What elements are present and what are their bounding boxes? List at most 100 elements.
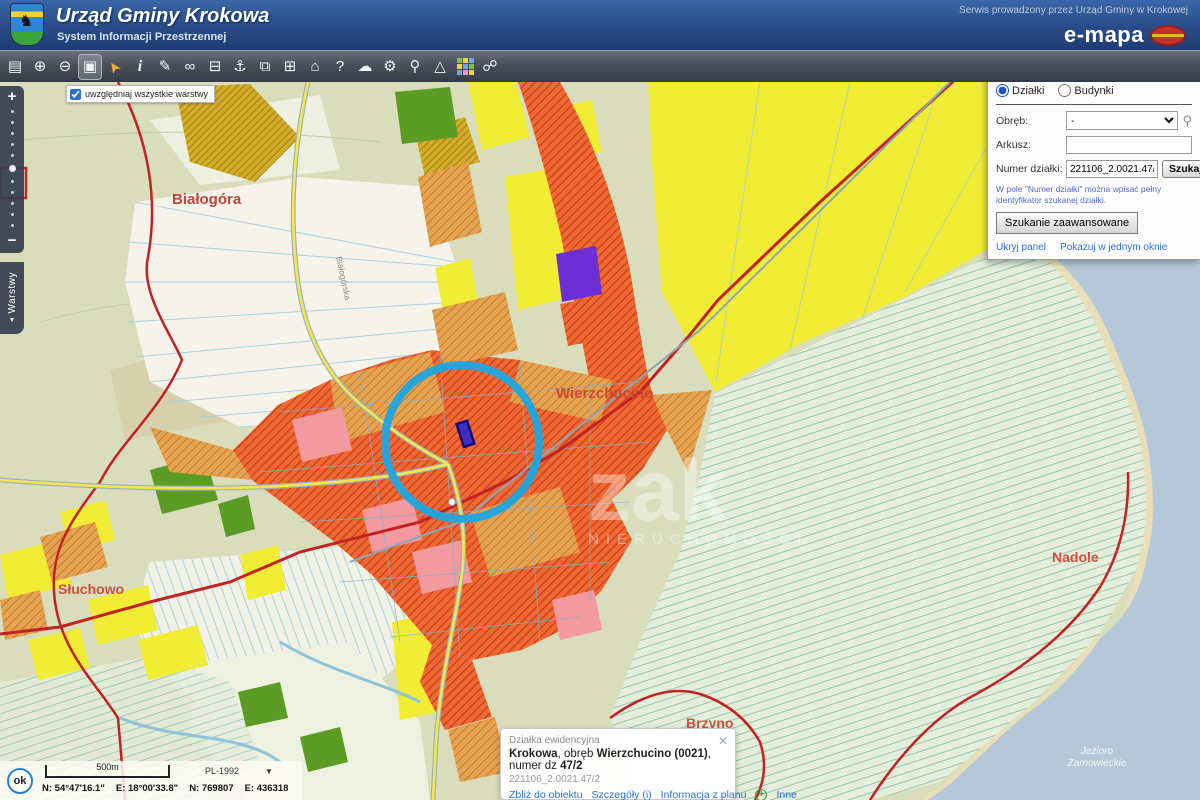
zoom-out-button[interactable]: − [8,232,17,249]
search-location-icon[interactable]: ⚲ [404,55,426,79]
popup-link[interactable]: Zbliż do obiektu [509,789,583,800]
more-actions-plus-icon[interactable]: + [755,789,767,800]
coordinate-value: E: 436318 [245,783,289,794]
emapa-logo-text: e-mapa [1064,22,1144,48]
panel-body: Działki Budynki Obręb: - ⚲ Arkusz: Numer… [987,76,1200,260]
coordinates-readout: N: 54°47'16.1"E: 18°00'33.8"N: 769807E: … [42,783,288,794]
obreb-select[interactable]: - [1066,111,1178,130]
place-label-wierzchucino: Wierzchucino [556,385,653,402]
zoom-in-icon[interactable]: ⊕ [29,55,51,79]
coordinate-value: N: 54°47'16.1" [42,783,105,794]
szukaj-button[interactable]: Szukaj [1162,160,1200,178]
status-bar: ok 500m PL-1992▼ N: 54°47'16.1" E: 18°00'… [0,761,302,800]
zoom-level-dot[interactable] [11,202,14,205]
ok-button[interactable]: ok [7,768,33,794]
obreb-search-icon[interactable]: ⚲ [1182,113,1192,129]
print-icon[interactable]: ⊟ [204,55,226,79]
app-title: Urząd Gminy Krokowa [56,5,269,28]
radio-budynki-input[interactable] [1058,84,1071,97]
zoom-level-dot[interactable] [11,110,14,113]
zoom-level-dot[interactable] [11,132,14,135]
place-label-słuchowo: Słuchowo [58,581,124,597]
map-toolbar: ▤⊕⊖▣➤i✎∞⊟⚓⧉⊞⌂?☁⚙⚲△ ☍ [0,50,1200,82]
crs-selector[interactable]: PL-1992▼ [205,766,273,776]
compare-icon[interactable]: △ [429,55,451,79]
popup-parcel-line: Krokowa, obręb Wierzchucino (0021), nume… [509,748,727,772]
svg-text:Żarnowieckie: Żarnowieckie [1067,757,1127,769]
layers-icon[interactable]: ▤ [4,55,26,79]
scale-label: 500m [47,762,168,772]
copy-icon[interactable]: ⧉ [254,55,276,79]
emapa-brand[interactable]: e-mapa [1064,22,1186,48]
legend-grid-icon[interactable] [454,55,476,79]
layers-tab-label: Warstwy [7,272,18,313]
all-layers-checkbox[interactable] [70,89,81,100]
zoom-out-icon[interactable]: ⊖ [54,55,76,79]
coordinate-value: E: 18°00'33.8" [116,783,178,794]
layers-panel-tab[interactable]: Warstwy ▼ [0,262,24,334]
pointer-icon[interactable]: ➤ [99,51,131,83]
header-bar: ♞ Urząd Gminy Krokowa System Informacji … [0,0,1200,50]
hide-panel-link[interactable]: Ukryj panel [996,242,1046,253]
single-window-link[interactable]: Pokazuj w jednym oknie [1060,242,1167,253]
village-center-dot [449,499,456,506]
zoom-level-dot[interactable] [11,213,14,216]
measure-icon[interactable]: ✎ [154,55,176,79]
zoom-level-dot[interactable] [9,165,16,172]
numer-dzialki-input[interactable] [1066,160,1158,178]
panel-footer-links: Ukryj panel Pokazuj w jednym oknie [996,242,1192,253]
select-area-icon[interactable]: ▣ [79,55,101,79]
griffin-icon: ♞ [19,14,33,30]
zoom-level-dot[interactable] [11,121,14,124]
popup-link[interactable]: Szczegóły (i) [592,789,652,800]
popup-title: Działka ewidencyjna [509,735,727,746]
parcel-info-popup: Działka ewidencyjna Krokowa, obręb Wierz… [500,728,736,800]
all-layers-option: uwzględniaj wszystkie warstwy [66,85,215,103]
search-panel: WspółrzędneAdresyPlanyDziałkiObiekty✕ Dz… [987,55,1200,260]
cloud-icon[interactable]: ☁ [354,55,376,79]
scale-bar: 500m [45,765,170,778]
popup-parcel-id: 221106_2.0021.47/2 [509,774,727,785]
place-label-nadole: Nadole [1052,549,1099,565]
app-subtitle: System Informacji Przestrzennej [57,31,226,43]
popup-links: Zbliż do obiektuSzczegóły (i)Informacja … [509,789,727,800]
svg-text:zak: zak [588,443,727,539]
zoom-level-dot[interactable] [11,224,14,227]
info-icon[interactable]: i [129,55,151,79]
service-note: Serwis prowadzony przez Urząd Gminy w Kr… [959,5,1188,16]
geoportal-logo-icon [1150,25,1186,46]
chevron-down-icon: ▼ [265,767,273,776]
zoom-level-dots [9,110,16,227]
polygon-icon[interactable]: ⌂ [304,55,326,79]
app-window: zak NIERUCHOMOŚCI BiałogóraWierzchucinoS… [0,0,1200,800]
popup-close-icon[interactable]: ✕ [718,734,728,748]
popup-link-inne[interactable]: Inne [776,789,796,800]
zoom-level-dot[interactable] [11,143,14,146]
street-view-icon[interactable]: ☍ [479,55,501,79]
svg-text:Jezioro: Jezioro [1080,746,1114,757]
zoom-level-dot[interactable] [11,180,14,183]
zoom-in-button[interactable]: + [8,88,17,105]
numer-dzialki-label: Numer działki: [996,163,1066,175]
help-icon[interactable]: ? [329,55,351,79]
arkusz-label: Arkusz: [996,139,1066,151]
zoom-level-dot[interactable] [11,154,14,157]
advanced-search-button[interactable]: Szukanie zaawansowane [996,212,1138,234]
municipality-coat-of-arms: ♞ [10,3,44,46]
radio-dzialki[interactable]: Działki [996,84,1044,97]
link-icon[interactable]: ∞ [179,55,201,79]
settings-icon[interactable]: ⚙ [379,55,401,79]
anchor-icon[interactable]: ⚓ [229,55,251,79]
svg-text:NIERUCHOMOŚCI: NIERUCHOMOŚCI [588,530,808,548]
layers-tab-arrow-icon: ▼ [9,317,16,324]
zoom-slider: + − [0,86,24,253]
obreb-label: Obręb: [996,115,1066,127]
all-layers-checkbox-label: uwzględniaj wszystkie warstwy [85,89,208,99]
arkusz-input[interactable] [1066,136,1192,154]
object-type-radios: Działki Budynki [996,84,1192,105]
zoom-level-dot[interactable] [11,191,14,194]
radio-budynki[interactable]: Budynki [1058,84,1113,97]
window-layout-icon[interactable]: ⊞ [279,55,301,79]
radio-dzialki-input[interactable] [996,84,1009,97]
popup-link[interactable]: Informacja z planu [661,789,747,800]
